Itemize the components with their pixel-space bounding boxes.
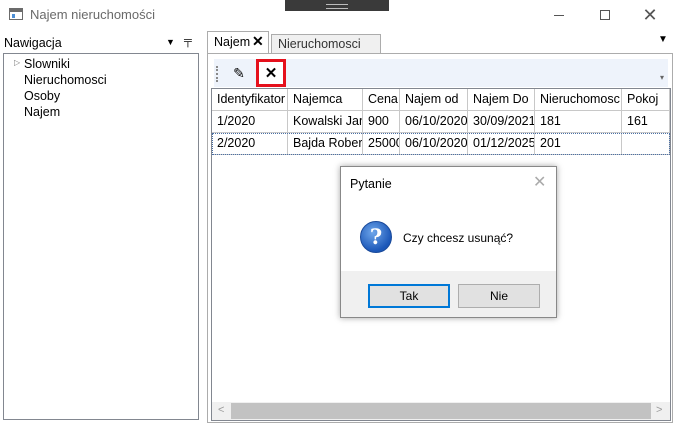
close-icon[interactable]: ✕ [533,172,546,192]
pin-icon[interactable]: ╤ [184,35,192,47]
navigation-title: Nawigacja [4,36,62,50]
table-cell[interactable]: 161 [622,111,670,133]
navigation-tree: ▷ Slowniki Nieruchomosci Osoby Najem [3,53,199,420]
table-cell[interactable]: 30/09/2021 [468,111,535,133]
tab-label: Nieruchomosci [278,37,361,51]
tab-nieruchomosci[interactable]: Nieruchomosci [271,34,381,53]
dialog-footer: Tak Nie [341,271,556,317]
table-cell[interactable]: 1/2020 [212,111,288,133]
minimize-button[interactable] [536,0,582,30]
tab-label: Najem [214,35,251,49]
delete-button[interactable]: ✕ [256,59,286,87]
dialog-message: Czy chcesz usunąć? [403,231,514,245]
close-tab-icon[interactable]: ✕ [252,33,264,50]
column-header[interactable]: Nieruchomosc [535,89,622,111]
dialog-title: Pytanie [350,177,392,191]
scrollbar-thumb[interactable] [231,403,651,419]
pencil-icon: ✎ [233,64,245,81]
table-cell[interactable]: 181 [535,111,622,133]
navigation-header: Nawigacja ▼ ╤ [2,33,200,53]
toolbar-overflow-icon[interactable]: ▾ [660,73,664,82]
toolbar-grip[interactable] [216,66,218,82]
dropdown-icon[interactable]: ▼ [166,37,175,47]
tree-item-najem[interactable]: Najem [24,105,60,119]
minimize-icon [554,14,564,16]
horizontal-scrollbar[interactable]: < > [212,402,670,420]
column-header[interactable]: Najemca [288,89,363,111]
tab-najem[interactable]: Najem ✕ [207,31,269,53]
confirm-dialog: Pytanie ✕ ? Czy chcesz usunąć? Tak Nie [340,166,557,318]
delete-icon: ✕ [264,65,278,82]
toolbar: ✎ ✕ ▾ [214,59,668,87]
close-window-button[interactable]: ✕ [627,0,673,30]
tree-item-slowniki[interactable]: Slowniki [24,57,70,71]
scroll-right-icon[interactable]: > [656,404,662,416]
scroll-left-icon[interactable]: < [218,404,224,416]
tab-strip: Najem ✕ Nieruchomosci ▼ [207,31,673,53]
navigation-pane: Nawigacja ▼ ╤ ▷ Slowniki Nieruchomosci O… [2,33,200,423]
title-bar: Najem nieruchomości ✕ [0,0,673,30]
table-cell[interactable]: Kowalski Jan [288,111,363,133]
edit-button[interactable]: ✎ [228,62,250,84]
column-header[interactable]: Najem Do [468,89,535,111]
column-header[interactable]: Identyfikator [212,89,288,111]
tree-item-osoby[interactable]: Osoby [24,89,60,103]
snap-drag-handle[interactable] [285,0,389,11]
maximize-icon [600,10,610,20]
tak-button[interactable]: Tak [368,284,450,308]
window-title: Najem nieruchomości [30,7,155,22]
tab-overflow-icon[interactable]: ▼ [658,34,668,45]
maximize-button[interactable] [582,0,628,30]
close-icon: ✕ [642,4,658,25]
table-cell[interactable]: 06/10/2020 [400,111,468,133]
question-icon: ? [360,221,392,253]
expand-icon[interactable]: ▷ [14,58,20,67]
column-header[interactable]: Pokoj [622,89,670,111]
table-cell[interactable]: 900 [363,111,400,133]
tree-item-nieruchomosci[interactable]: Nieruchomosci [24,73,107,87]
column-header[interactable]: Cena [363,89,400,111]
app-icon [9,8,23,20]
nie-button[interactable]: Nie [458,284,540,308]
column-header[interactable]: Najem od [400,89,468,111]
row-focus-outline [212,133,670,155]
